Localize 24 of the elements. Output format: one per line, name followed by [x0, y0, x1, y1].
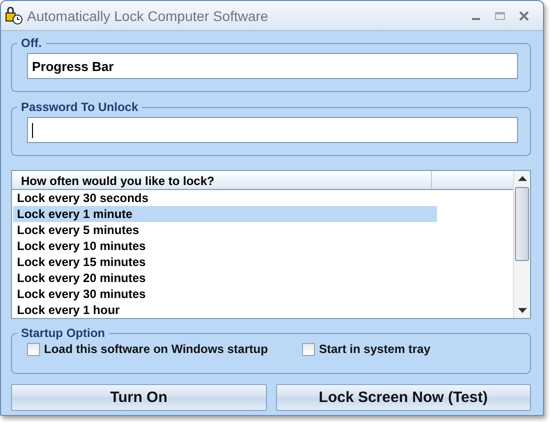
- close-icon[interactable]: [517, 8, 531, 22]
- list-item[interactable]: Lock every 20 minutes: [13, 270, 437, 286]
- list-item[interactable]: Lock every 5 minutes: [13, 222, 437, 238]
- list-item[interactable]: Lock every 30 minutes: [13, 286, 437, 302]
- checkbox-option[interactable]: Start in system tray: [302, 342, 430, 356]
- list-item[interactable]: Lock every 1 hour: [13, 302, 437, 318]
- group-label: Startup Option: [20, 326, 106, 340]
- group-label: Password To Unlock: [20, 100, 140, 114]
- list-item[interactable]: Lock every 30 seconds: [13, 190, 437, 206]
- list-item[interactable]: Lock every 15 minutes: [13, 254, 437, 270]
- lock-clock-icon: [5, 6, 23, 24]
- window-title: Automatically Lock Computer Software: [27, 8, 268, 24]
- group-label: Off.: [20, 36, 43, 50]
- scrollbar[interactable]: [513, 171, 530, 318]
- checkbox[interactable]: [27, 342, 40, 356]
- lock-screen-button[interactable]: Lock Screen Now (Test): [276, 384, 531, 411]
- password-field[interactable]: [27, 117, 518, 143]
- scroll-thumb[interactable]: [515, 187, 529, 261]
- turn-on-button[interactable]: Turn On: [11, 384, 266, 411]
- status-field[interactable]: Progress Bar: [27, 53, 518, 79]
- checkbox-option[interactable]: Load this software on Windows startup: [27, 342, 302, 356]
- checkbox[interactable]: [302, 342, 315, 356]
- list-item[interactable]: Lock every 1 minute: [13, 206, 437, 222]
- list-item[interactable]: Lock every 10 minutes: [13, 238, 437, 254]
